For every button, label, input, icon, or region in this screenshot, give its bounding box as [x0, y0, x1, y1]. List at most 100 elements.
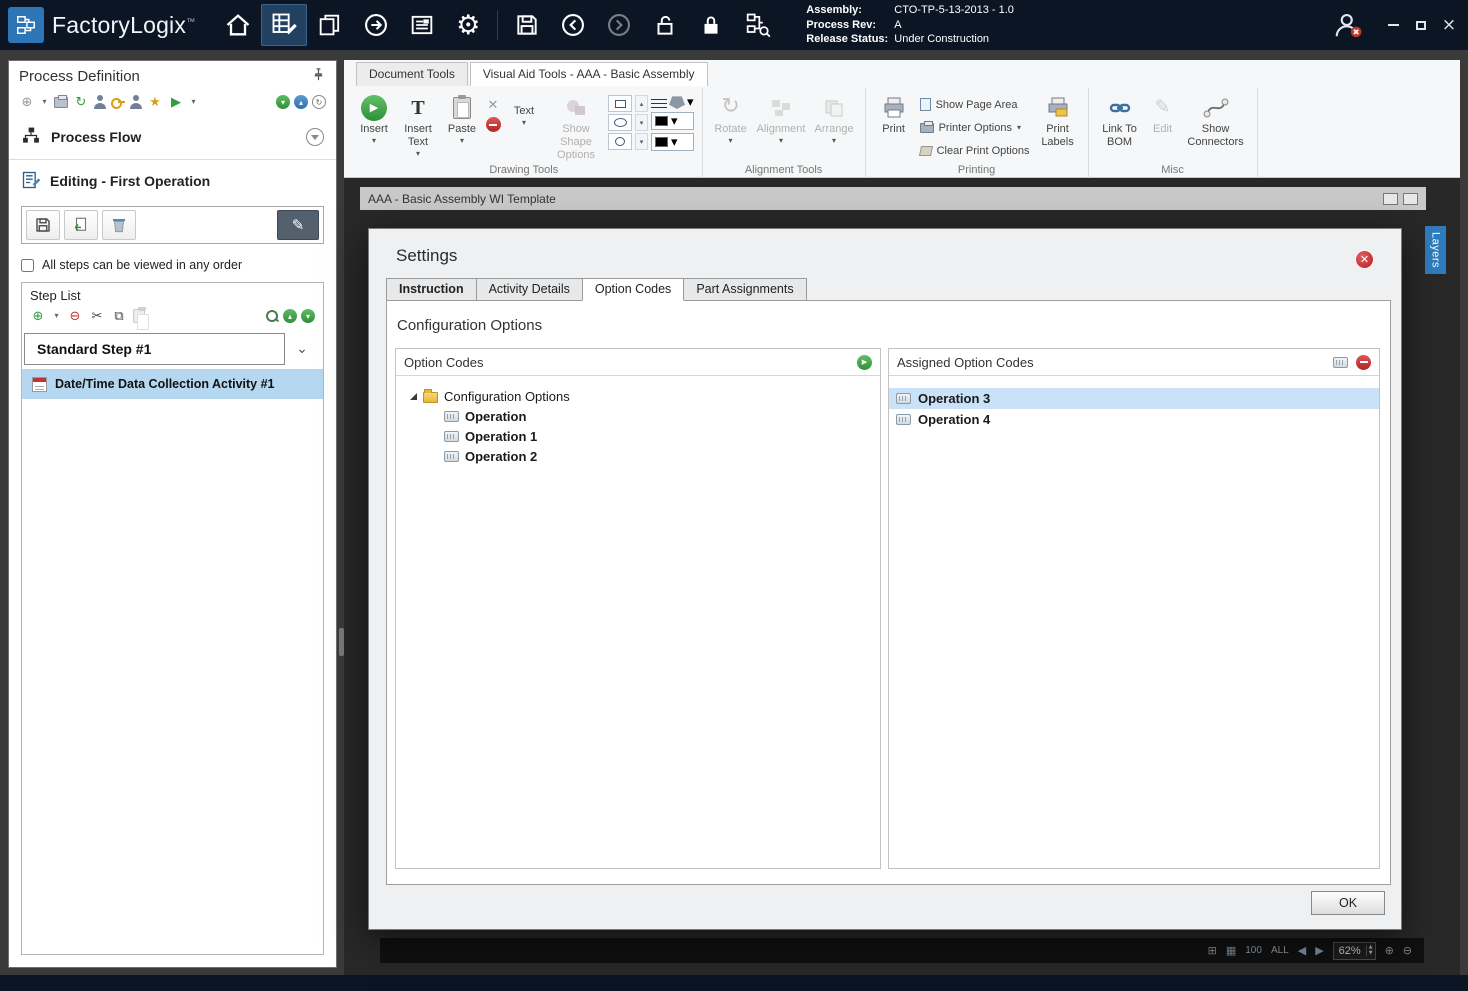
find-step-icon[interactable] — [265, 309, 279, 323]
assign-user-icon[interactable] — [94, 95, 106, 109]
remove-step-icon[interactable]: ⊖ — [67, 308, 83, 324]
print-icon[interactable] — [54, 94, 68, 108]
edit-step-button[interactable]: ✎ — [277, 210, 319, 240]
add-step-icon[interactable]: ⊕ — [30, 308, 46, 324]
tree-item[interactable]: Operation 2 — [396, 446, 880, 466]
favorite-star-icon[interactable]: ★ — [147, 94, 163, 110]
gallery-up-icon[interactable]: ▴ — [635, 95, 648, 112]
add-step-dropdown-icon[interactable]: ▾ — [52, 308, 61, 324]
fill-color-picker[interactable]: ▾ — [651, 133, 694, 151]
show-shape-options-button[interactable]: Show Shape Options — [547, 91, 605, 164]
cut-icon[interactable]: ✂ — [89, 308, 105, 324]
tab-option-codes[interactable]: Option Codes — [581, 278, 685, 301]
zoom-spinner[interactable]: 62% ▲ ▼ — [1332, 941, 1376, 960]
lock-icon[interactable] — [688, 4, 734, 46]
tab-part-assignments[interactable]: Part Assignments — [683, 278, 807, 301]
gallery-down-icon[interactable]: ▾ — [635, 114, 648, 131]
documents-icon[interactable] — [307, 4, 353, 46]
sync-icon[interactable]: ↻ — [73, 94, 89, 110]
move-down-icon[interactable]: ▾ — [301, 309, 315, 323]
step-name-box[interactable]: Standard Step #1 — [24, 333, 285, 365]
edit-button[interactable]: ✎ Edit — [1146, 91, 1180, 137]
paste-button[interactable]: Paste ▾ — [442, 91, 482, 146]
printer-options-button[interactable]: Printer Options ▾ — [917, 118, 1024, 137]
dialog-close-icon[interactable]: ✕ — [1356, 251, 1373, 268]
settings-gear-icon[interactable]: ⚙ — [445, 4, 491, 46]
add-process-icon[interactable]: ⊕ — [19, 94, 35, 110]
zoom-down-icon[interactable]: ▼ — [1369, 950, 1373, 957]
show-connectors-button[interactable]: Show Connectors — [1183, 91, 1249, 150]
collapse-all-icon[interactable]: ▴ — [294, 95, 308, 109]
zoom-preset-all[interactable]: ALL — [1271, 945, 1289, 956]
news-icon[interactable] — [399, 4, 445, 46]
assigned-item[interactable]: Operation 4 — [889, 409, 1379, 430]
clear-print-options-button[interactable]: Clear Print Options — [917, 141, 1033, 160]
bucket-caret-icon[interactable]: ▾ — [687, 96, 694, 109]
insert-text-button[interactable]: T Insert Text ▾ — [397, 91, 439, 159]
ellipse-shape-icon[interactable] — [608, 114, 632, 131]
rotate-button[interactable]: ↻ Rotate ▾ — [711, 91, 751, 146]
process-search-icon[interactable] — [734, 4, 780, 46]
tree-root-row[interactable]: Configuration Options — [396, 386, 880, 406]
gallery-more-icon[interactable]: ▾ — [635, 133, 648, 150]
arrange-button[interactable]: Arrange ▾ — [811, 91, 856, 146]
line-color-picker[interactable]: ▾ — [651, 112, 694, 130]
alignment-button[interactable]: Alignment ▾ — [754, 91, 809, 146]
zoom-preset-100[interactable]: 100 — [1245, 945, 1262, 956]
tab-activity-details[interactable]: Activity Details — [475, 278, 583, 301]
insert-button[interactable]: ▶ Insert ▾ — [354, 91, 394, 146]
expand-all-icon[interactable]: ▾ — [276, 95, 290, 109]
user-icon[interactable] — [130, 95, 142, 109]
page-prev-icon[interactable]: ◀ — [1298, 944, 1306, 957]
process-editor-icon[interactable] — [261, 4, 308, 46]
link-to-bom-button[interactable]: Link To BOM — [1097, 91, 1143, 150]
run-icon[interactable]: ▶ — [168, 94, 184, 110]
remove-shape-icon[interactable] — [485, 117, 501, 132]
refresh-icon[interactable]: ↻ — [312, 95, 326, 109]
assigned-item-selected[interactable]: Operation 3 — [889, 388, 1379, 409]
maximize-button[interactable] — [1408, 12, 1434, 38]
navigate-icon[interactable] — [353, 4, 399, 46]
logout-user-icon[interactable] — [1328, 7, 1368, 43]
print-labels-button[interactable]: Print Labels — [1036, 91, 1080, 150]
panel-splitter[interactable] — [339, 628, 344, 656]
remove-assigned-icon[interactable] — [1356, 354, 1371, 370]
keyboard-icon[interactable] — [1333, 356, 1348, 368]
rectangle-shape-icon[interactable] — [608, 95, 632, 112]
move-up-icon[interactable]: ▴ — [283, 309, 297, 323]
assign-option-icon[interactable]: ▶ — [857, 354, 872, 370]
layers-tab[interactable]: Layers — [1425, 226, 1446, 274]
pan-icon[interactable]: ⊖ — [1403, 944, 1412, 957]
unlock-icon[interactable] — [642, 4, 688, 46]
text-button[interactable]: Text ▾ — [504, 91, 544, 128]
activity-row-selected[interactable]: Date/Time Data Collection Activity #1 — [22, 369, 323, 399]
print-button[interactable]: Print — [874, 91, 914, 137]
paste-icon[interactable] — [133, 307, 149, 330]
copy-icon[interactable]: ⧉ — [111, 308, 127, 324]
any-order-checkbox[interactable] — [21, 258, 34, 272]
back-icon[interactable] — [550, 4, 596, 46]
run-dropdown-icon[interactable]: ▾ — [189, 94, 198, 110]
fit-width-icon[interactable]: ▦ — [1226, 944, 1236, 957]
tree-expander-icon[interactable] — [410, 392, 417, 400]
add-dropdown-icon[interactable]: ▾ — [40, 94, 49, 110]
line-weight-icon[interactable] — [651, 96, 667, 108]
collapse-section-icon[interactable] — [306, 128, 324, 146]
tab-visual-aid-tools[interactable]: Visual Aid Tools - AAA - Basic Assembly — [469, 62, 708, 86]
fit-page-icon[interactable]: ⊞ — [1208, 944, 1217, 957]
tree-item[interactable]: Operation — [396, 406, 880, 426]
view-mode-icon[interactable] — [1383, 192, 1398, 205]
oval-shape-icon[interactable] — [608, 133, 632, 150]
forward-icon[interactable] — [596, 4, 642, 46]
delete-shape-icon[interactable]: ✕ — [485, 97, 501, 113]
ok-button[interactable]: OK — [1311, 891, 1385, 915]
pin-icon[interactable] — [311, 67, 326, 86]
minimize-button[interactable] — [1380, 12, 1406, 38]
save-step-button[interactable] — [26, 210, 60, 240]
page-next-icon[interactable]: ▶ — [1315, 944, 1323, 957]
close-button[interactable]: × — [1436, 12, 1462, 38]
tab-instruction[interactable]: Instruction — [386, 278, 477, 301]
import-step-button[interactable] — [64, 210, 98, 240]
tab-document-tools[interactable]: Document Tools — [356, 62, 468, 86]
save-icon[interactable] — [504, 4, 550, 46]
